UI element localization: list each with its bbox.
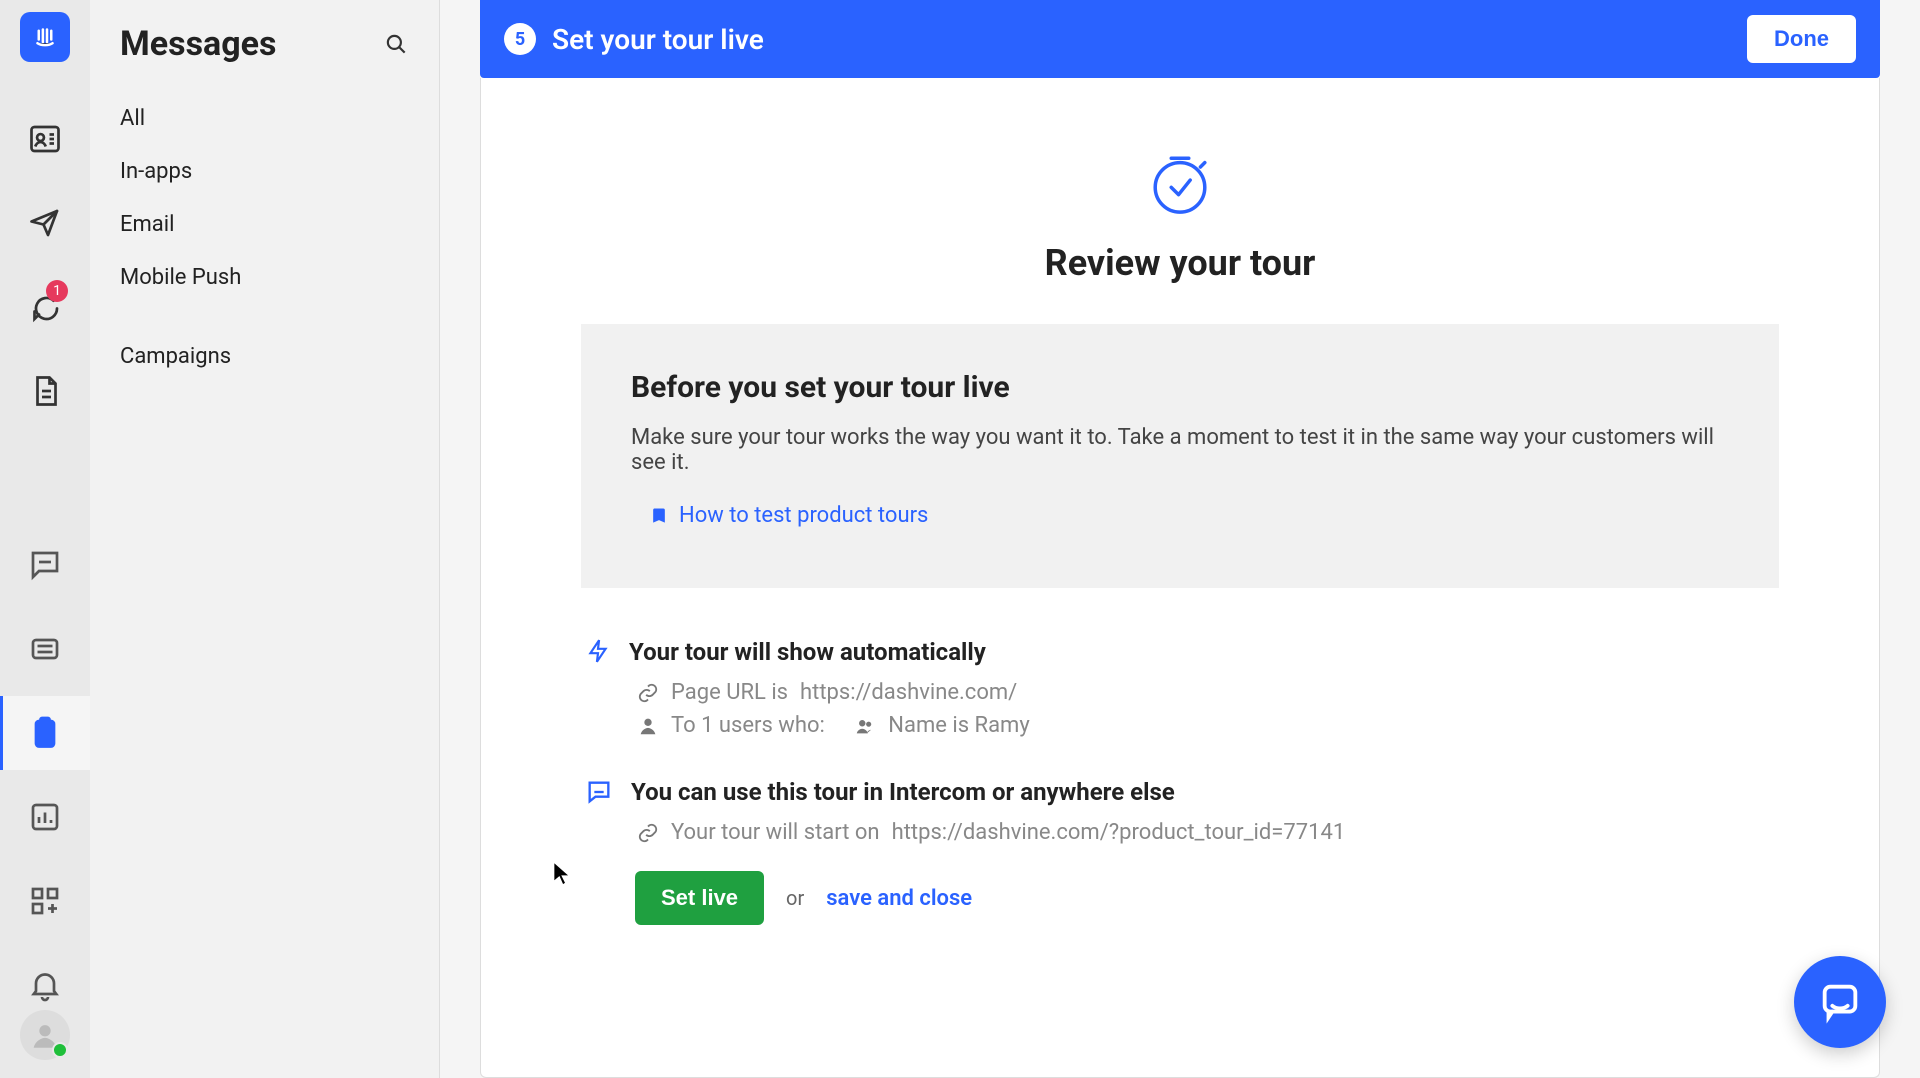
- anywhere-start-row: Your tour will start on https://dashvine…: [637, 820, 1779, 845]
- before-live-box: Before you set your tour live Make sure …: [581, 324, 1779, 588]
- users-icon: [854, 715, 876, 737]
- auto-page-url-value: https://dashvine.com/: [800, 680, 1017, 705]
- sidebar-item-all[interactable]: All: [90, 92, 439, 145]
- avatar-placeholder-icon: [28, 1018, 62, 1052]
- nav-product-tours[interactable]: [0, 696, 90, 770]
- auto-rule: Name is Ramy: [888, 713, 1029, 738]
- chat-outline-icon: [585, 778, 613, 806]
- before-heading: Before you set your tour live: [631, 370, 1729, 405]
- anywhere-starts-label: Your tour will start on: [671, 820, 880, 845]
- message-square-icon: [27, 547, 63, 583]
- auto-page-url-row: Page URL is https://dashvine.com/: [637, 680, 1779, 705]
- auto-to-users-label: To 1 users who:: [671, 713, 825, 738]
- link-icon: [637, 822, 659, 844]
- news-icon: [27, 631, 63, 667]
- nav-conversations[interactable]: 1: [0, 270, 90, 344]
- review-hero-icon: [581, 148, 1779, 218]
- review-card: Review your tour Before you set your tou…: [480, 78, 1880, 1078]
- nav-platform[interactable]: [0, 102, 90, 176]
- stopwatch-check-icon: [1145, 148, 1215, 218]
- anywhere-title: You can use this tour in Intercom or any…: [631, 778, 1175, 806]
- auto-show-section: Your tour will show automatically Page U…: [581, 638, 1779, 738]
- intercom-logo-icon: [30, 22, 60, 52]
- or-label: or: [786, 886, 804, 910]
- icon-rail: 1: [0, 0, 90, 1078]
- user-icon: [637, 715, 659, 737]
- nav-news[interactable]: [0, 612, 90, 686]
- sidebar-item-campaigns[interactable]: Campaigns: [90, 330, 439, 383]
- link-icon: [637, 682, 659, 704]
- set-live-button[interactable]: Set live: [635, 871, 764, 925]
- user-avatar[interactable]: [20, 1010, 70, 1060]
- nav-inbox[interactable]: [0, 528, 90, 602]
- document-icon: [27, 373, 63, 409]
- sidebar-title: Messages: [120, 24, 277, 64]
- main-content: 5 Set your tour live Done Review your to…: [440, 0, 1920, 1078]
- nav-outbound[interactable]: [0, 186, 90, 260]
- conversations-badge: 1: [46, 280, 68, 302]
- actions-row: Set live or save and close: [585, 871, 1779, 925]
- review-title: Review your tour: [581, 242, 1779, 284]
- step-header: 5 Set your tour live Done: [480, 0, 1880, 78]
- auto-page-url-label: Page URL is: [671, 680, 788, 705]
- nav-reports[interactable]: [0, 780, 90, 854]
- anywhere-section: You can use this tour in Intercom or any…: [581, 778, 1779, 925]
- bolt-icon: [585, 638, 611, 664]
- send-icon: [27, 205, 63, 241]
- auto-show-title: Your tour will show automatically: [629, 638, 986, 666]
- anywhere-starts-url: https://dashvine.com/?product_tour_id=77…: [892, 820, 1346, 845]
- nav-articles[interactable]: [0, 354, 90, 428]
- search-icon[interactable]: [383, 31, 409, 57]
- contacts-icon: [27, 121, 63, 157]
- bar-chart-icon: [27, 799, 63, 835]
- step-title: Set your tour live: [552, 23, 764, 56]
- sidebar-item-inapps[interactable]: In-apps: [90, 145, 439, 198]
- messenger-launcher[interactable]: [1794, 956, 1886, 1048]
- sidebar-nav: All In-apps Email Mobile Push Campaigns: [90, 92, 439, 383]
- step-number-badge: 5: [504, 23, 536, 55]
- how-to-test-link-label: How to test product tours: [679, 503, 928, 528]
- book-icon: [649, 506, 669, 526]
- messages-sidebar: Messages All In-apps Email Mobile Push C…: [90, 0, 440, 1078]
- auto-audience-row: To 1 users who: Name is Ramy: [637, 713, 1779, 738]
- how-to-test-link[interactable]: How to test product tours: [631, 503, 1729, 528]
- sidebar-item-mobilepush[interactable]: Mobile Push: [90, 251, 439, 304]
- nav-apps[interactable]: [0, 864, 90, 938]
- clipboard-icon: [27, 715, 63, 751]
- sidebar-item-email[interactable]: Email: [90, 198, 439, 251]
- before-body: Make sure your tour works the way you wa…: [631, 425, 1729, 475]
- bell-icon: [27, 967, 63, 1003]
- save-and-close-link[interactable]: save and close: [826, 886, 972, 911]
- intercom-launcher-icon: [1817, 979, 1863, 1025]
- app-logo[interactable]: [20, 12, 70, 62]
- done-button[interactable]: Done: [1747, 15, 1856, 63]
- apps-icon: [27, 883, 63, 919]
